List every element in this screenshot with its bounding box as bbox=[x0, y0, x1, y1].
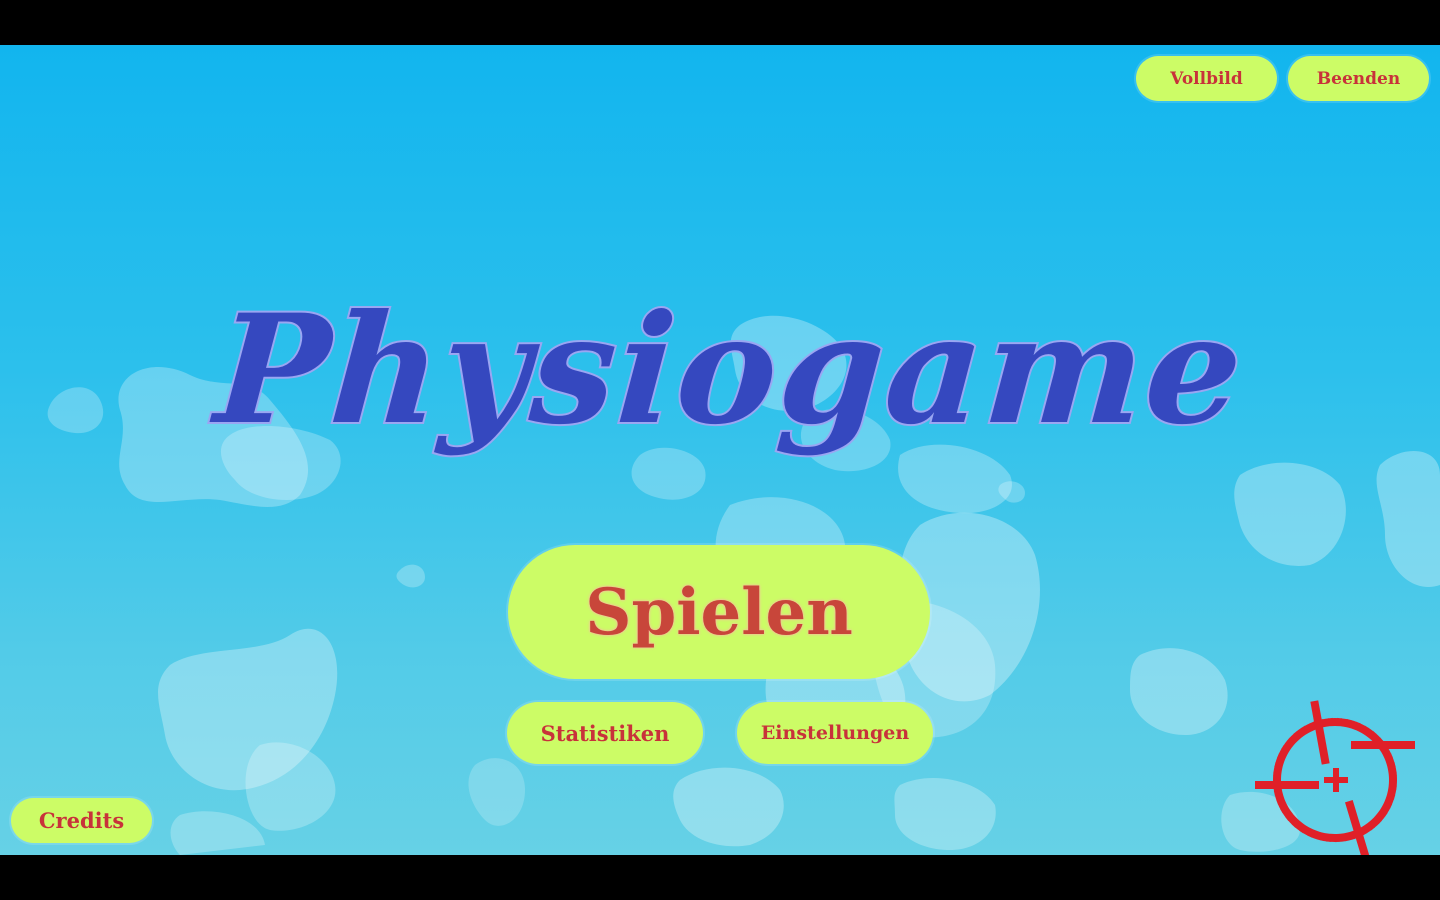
game-stage: Physiogame Vollbild Beenden Spielen Stat… bbox=[0, 45, 1440, 855]
background-blob bbox=[396, 564, 425, 588]
letterbox-bottom bbox=[0, 855, 1440, 900]
statistics-button[interactable]: Statistiken bbox=[507, 702, 703, 764]
background-blob bbox=[170, 811, 265, 855]
settings-button[interactable]: Einstellungen bbox=[737, 702, 933, 764]
play-button[interactable]: Spielen bbox=[508, 545, 930, 679]
background-blob bbox=[47, 387, 104, 434]
credits-button[interactable]: Credits bbox=[11, 798, 152, 843]
letterbox-top bbox=[0, 0, 1440, 45]
game-title: Physiogame bbox=[208, 280, 1251, 460]
fullscreen-button[interactable]: Vollbild bbox=[1136, 56, 1277, 101]
background-blob bbox=[1376, 451, 1440, 587]
background-blob bbox=[1130, 648, 1228, 735]
background-blob bbox=[673, 767, 784, 847]
crosshair-icon bbox=[1255, 700, 1415, 855]
background-blob bbox=[245, 742, 336, 831]
background-blob bbox=[894, 777, 996, 850]
background-blob bbox=[1234, 462, 1346, 566]
background-blob bbox=[468, 758, 525, 826]
quit-button[interactable]: Beenden bbox=[1288, 56, 1429, 101]
